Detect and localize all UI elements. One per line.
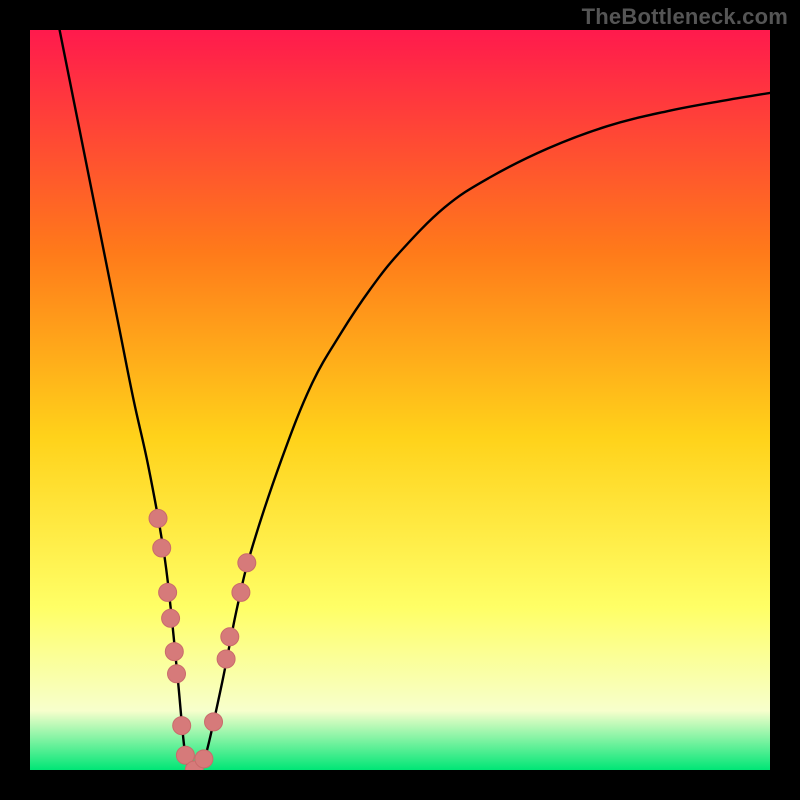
gradient-background <box>30 30 770 770</box>
plot-area <box>30 30 770 770</box>
data-marker <box>168 665 186 683</box>
chart-svg <box>30 30 770 770</box>
data-marker <box>205 713 223 731</box>
watermark-text: TheBottleneck.com <box>582 4 788 30</box>
data-marker <box>149 509 167 527</box>
data-marker <box>162 609 180 627</box>
data-marker <box>232 583 250 601</box>
data-marker <box>165 643 183 661</box>
data-marker <box>195 750 213 768</box>
data-marker <box>153 539 171 557</box>
data-marker <box>238 554 256 572</box>
data-marker <box>217 650 235 668</box>
data-marker <box>159 583 177 601</box>
chart-frame: TheBottleneck.com <box>0 0 800 800</box>
data-marker <box>221 628 239 646</box>
data-marker <box>173 717 191 735</box>
